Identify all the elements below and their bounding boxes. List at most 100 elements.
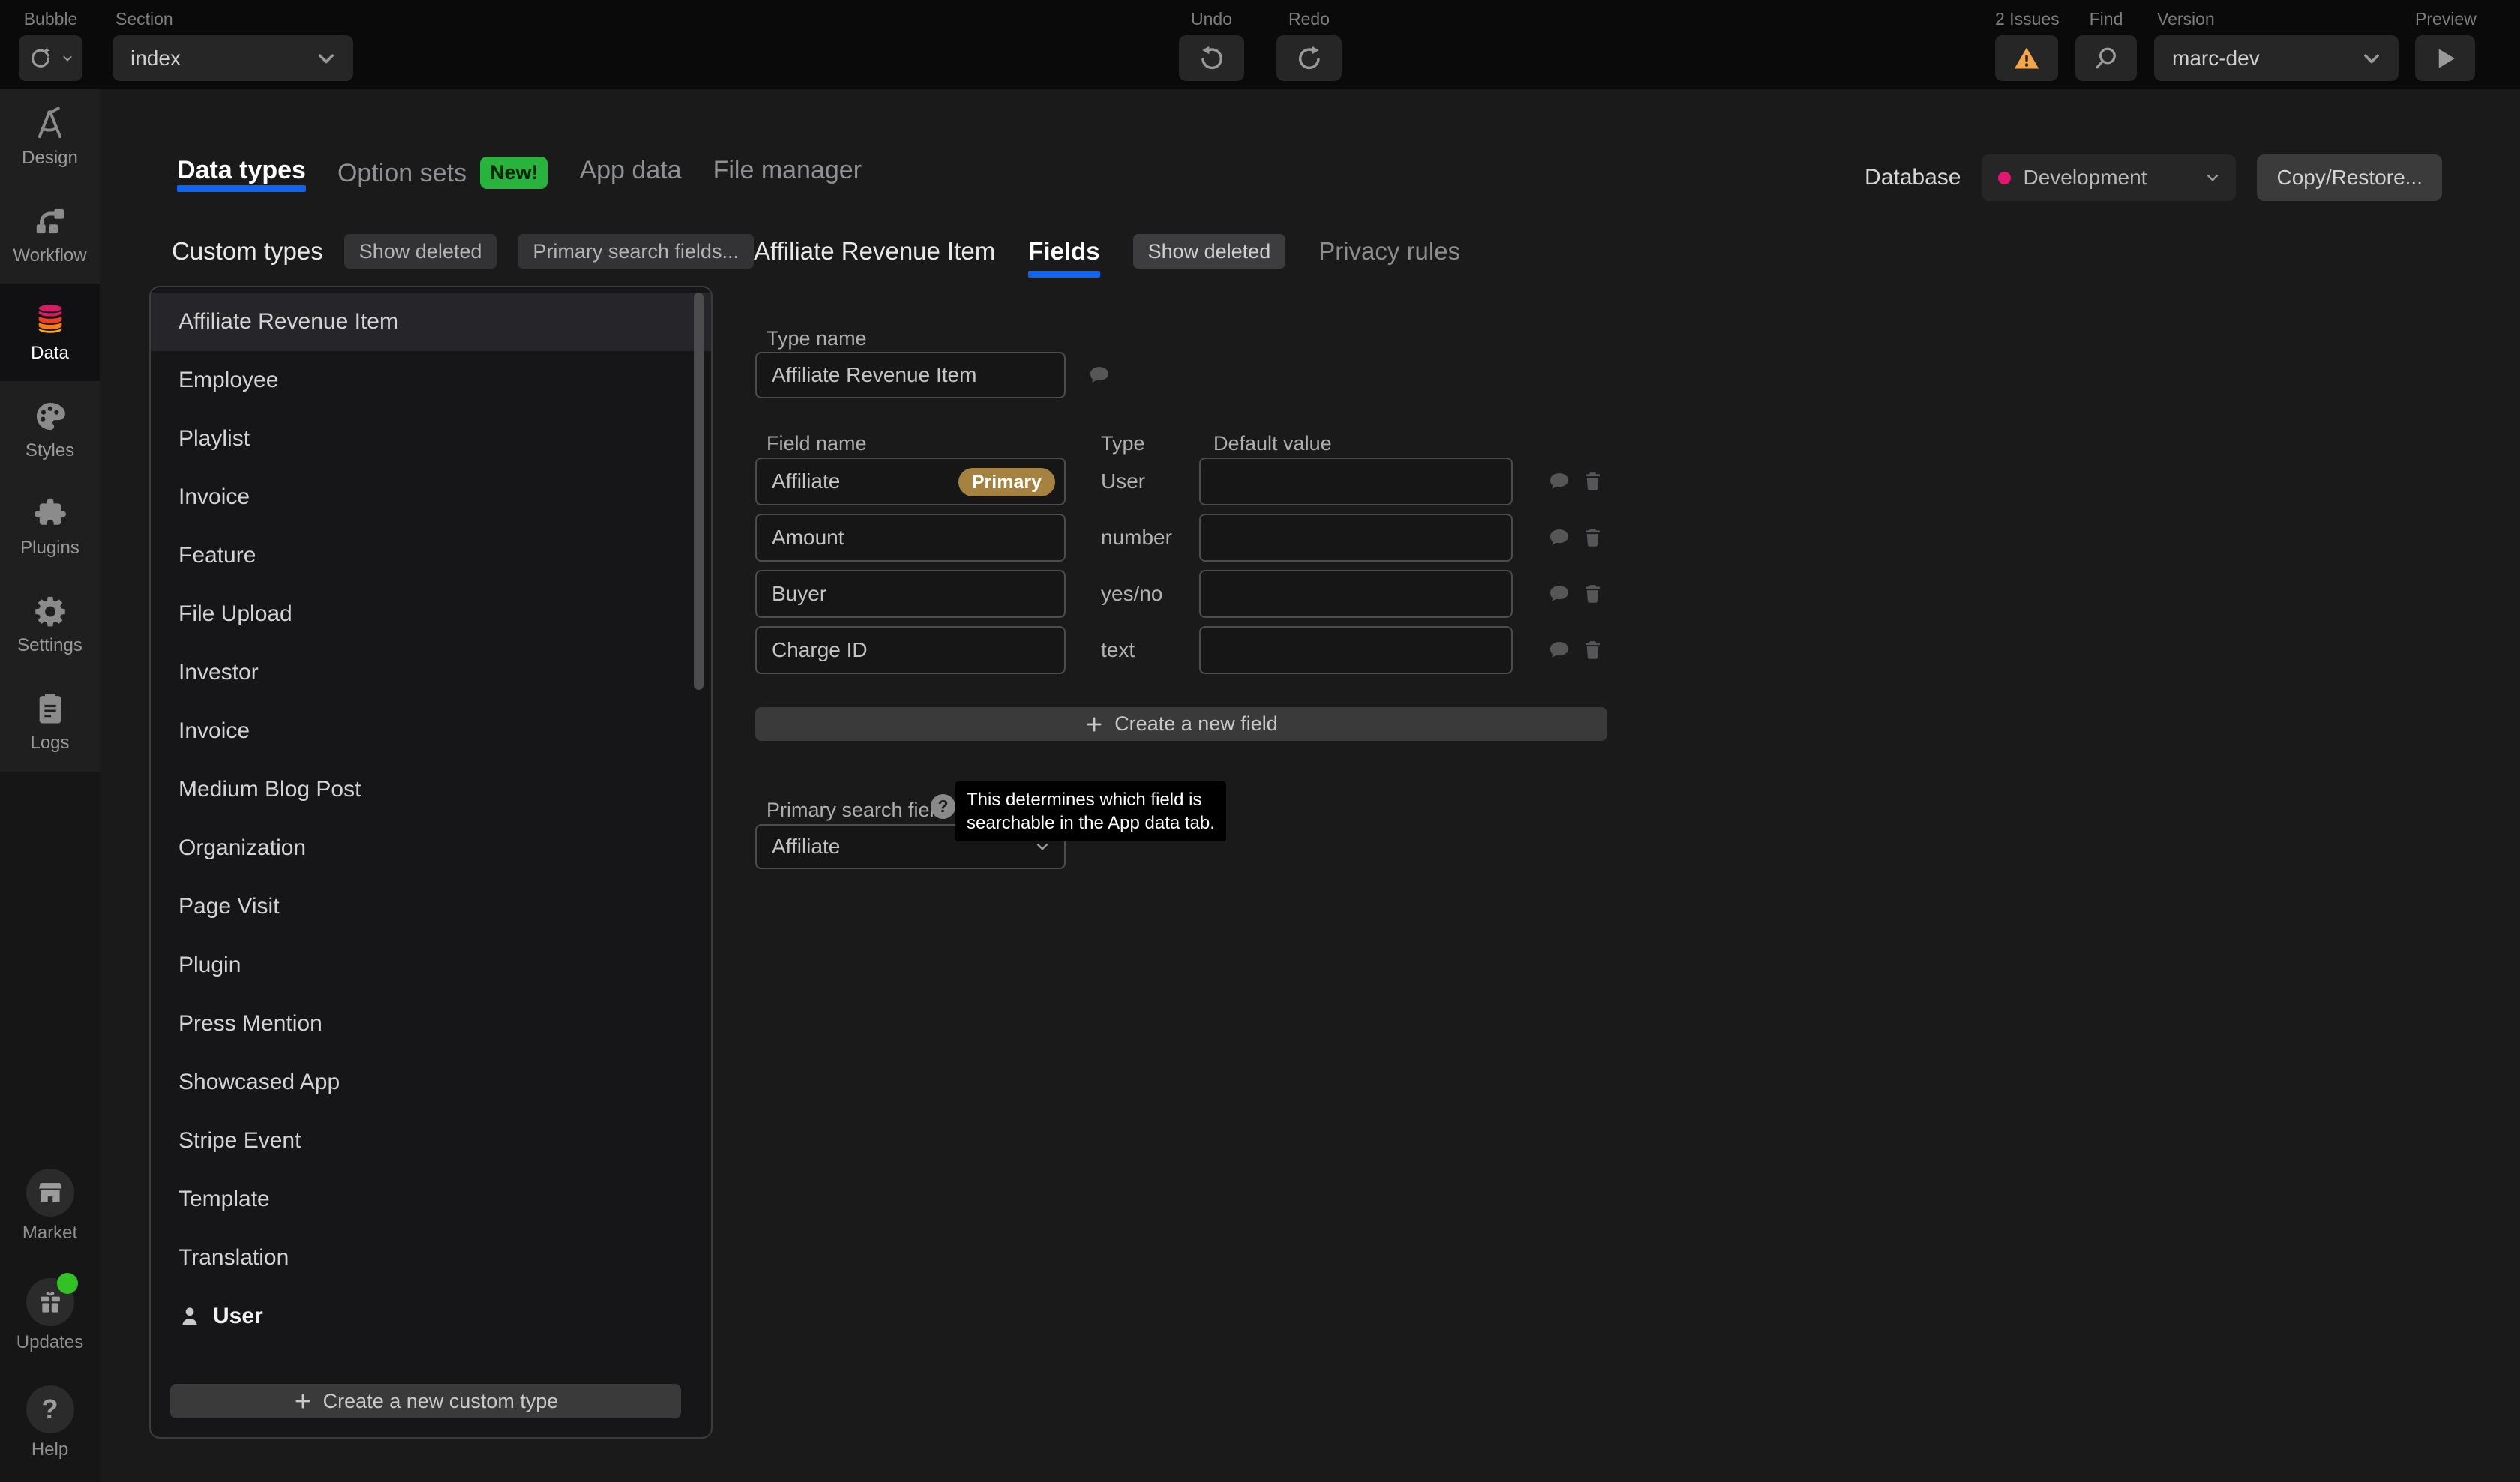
custom-type-item-page-visit[interactable]: Page Visit (151, 878, 711, 936)
primary-search-fields-button[interactable]: Primary search fields... (518, 234, 754, 268)
find-button[interactable] (2075, 35, 2137, 81)
search-icon (2092, 45, 2120, 72)
sidebar-item-settings[interactable]: Settings (0, 576, 100, 674)
create-field-button[interactable]: Create a new field (755, 707, 1607, 741)
type-title: Affiliate Revenue Item (754, 236, 995, 267)
version-label: Version (2154, 9, 2398, 29)
workflow-icon (33, 204, 68, 238)
show-deleted-types-button[interactable]: Show deleted (344, 234, 497, 268)
tab-label: Data types (177, 157, 306, 184)
tab-fields[interactable]: Fields (1028, 236, 1100, 267)
sidebar-item-label: Workflow (13, 245, 86, 266)
field-type[interactable]: yes/no (1101, 570, 1163, 618)
issues-button[interactable] (1995, 35, 2058, 81)
data-tab-content: Data types Option sets New! App data Fil… (100, 88, 2520, 1482)
environment-select[interactable]: Development (1982, 154, 2236, 201)
field-type[interactable]: text (1101, 626, 1135, 674)
custom-type-item-employee[interactable]: Employee (151, 351, 711, 410)
tab-privacy-rules[interactable]: Privacy rules (1318, 236, 1460, 267)
sidebar-item-logs[interactable]: Logs (0, 674, 100, 771)
environment-value: Development (2023, 166, 2146, 190)
custom-type-item-organization[interactable]: Organization (151, 819, 711, 878)
section-value: index (130, 46, 181, 70)
chevron-down-icon (2358, 45, 2385, 72)
sidebar-item-label: Market (22, 1222, 77, 1244)
custom-type-item-invoice[interactable]: Invoice (151, 468, 711, 526)
column-header-default-value: Default value (1214, 432, 1332, 455)
custom-type-label: Playlist (178, 426, 250, 452)
field-name-input[interactable] (757, 582, 1064, 606)
custom-type-item-press-mention[interactable]: Press Mention (151, 994, 711, 1053)
sidebar-item-plugins[interactable]: Plugins (0, 478, 100, 576)
create-custom-type-button[interactable]: Create a new custom type (170, 1384, 681, 1418)
field-row-charge-id: text (755, 626, 1610, 674)
custom-type-item-user[interactable]: User (151, 1287, 711, 1346)
sidebar-item-styles[interactable]: Styles (0, 381, 100, 478)
database-icon (33, 302, 68, 336)
sidebar-item-design[interactable]: Design (0, 88, 100, 186)
custom-type-item-showcased-app[interactable]: Showcased App (151, 1053, 711, 1112)
custom-type-item-translation[interactable]: Translation (151, 1228, 711, 1287)
field-name-input[interactable] (757, 638, 1064, 662)
sidebar-item-help[interactable]: ? Help (0, 1385, 100, 1460)
tab-data-types[interactable]: Data types (177, 157, 306, 185)
field-type[interactable]: number (1101, 514, 1172, 562)
custom-type-item-stripe-event[interactable]: Stripe Event (151, 1112, 711, 1170)
tab-file-manager[interactable]: File manager (713, 157, 862, 185)
bubble-menu-group: Bubble (19, 0, 82, 88)
custom-type-item-investor[interactable]: Investor (151, 644, 711, 702)
field-default-input[interactable] (1201, 638, 1511, 662)
field-default-input-box (1199, 626, 1513, 674)
question-icon: ? (42, 1396, 58, 1423)
field-default-input-box (1199, 570, 1513, 618)
custom-type-label: Translation (178, 1245, 289, 1270)
field-name-input-box (755, 570, 1066, 618)
sidebar-item-data[interactable]: Data (0, 284, 100, 381)
copy-restore-button[interactable]: Copy/Restore... (2257, 154, 2442, 201)
redo-button[interactable] (1276, 35, 1342, 81)
version-select[interactable]: marc-dev (2154, 35, 2398, 81)
comment-icon[interactable] (1547, 638, 1571, 662)
tab-app-data[interactable]: App data (579, 157, 681, 185)
bubble-menu-button[interactable] (19, 35, 82, 81)
custom-type-label: User (213, 1304, 263, 1329)
show-deleted-fields-button[interactable]: Show deleted (1133, 234, 1286, 268)
comment-icon[interactable] (1547, 526, 1571, 550)
undo-icon (1198, 45, 1226, 72)
sidebar-item-workflow[interactable]: Workflow (0, 186, 100, 284)
help-icon[interactable]: ? (931, 794, 956, 819)
trash-icon[interactable] (1582, 526, 1604, 548)
custom-type-item-invoice[interactable]: Invoice (151, 702, 711, 760)
comment-icon[interactable] (1547, 470, 1571, 494)
field-type[interactable]: User (1101, 458, 1145, 506)
trash-icon[interactable] (1582, 639, 1604, 661)
custom-type-label: Invoice (178, 718, 250, 744)
field-default-input[interactable] (1201, 526, 1511, 550)
custom-type-item-template[interactable]: Template (151, 1170, 711, 1228)
section-select[interactable]: index (112, 35, 353, 81)
field-default-input[interactable] (1201, 582, 1511, 606)
trash-icon[interactable] (1582, 583, 1604, 604)
comment-icon[interactable] (1088, 363, 1112, 387)
field-name-input[interactable] (757, 526, 1064, 550)
list-scrollbar-thumb[interactable] (694, 292, 704, 690)
custom-types-header: Custom types Show deleted Primary search… (172, 236, 754, 268)
primary-search-field-value: Affiliate (772, 835, 840, 859)
custom-type-item-affiliate-revenue-item[interactable]: Affiliate Revenue Item (151, 292, 711, 351)
tab-option-sets[interactable]: Option sets New! (338, 157, 548, 190)
custom-type-item-file-upload[interactable]: File Upload (151, 585, 711, 644)
comment-icon[interactable] (1547, 582, 1571, 606)
trash-icon[interactable] (1582, 470, 1604, 492)
type-name-input[interactable] (757, 363, 1064, 387)
field-default-input[interactable] (1201, 470, 1511, 494)
bubble-editor-window: Bubble Section index Undo Redo (0, 0, 2520, 1482)
custom-type-item-medium-blog-post[interactable]: Medium Blog Post (151, 760, 711, 819)
sidebar-item-updates[interactable]: Updates (0, 1278, 100, 1353)
issues-group: 2 Issues (1995, 0, 2058, 88)
custom-type-item-plugin[interactable]: Plugin (151, 936, 711, 994)
undo-button[interactable] (1179, 35, 1244, 81)
custom-type-item-feature[interactable]: Feature (151, 526, 711, 585)
custom-type-item-playlist[interactable]: Playlist (151, 410, 711, 468)
preview-button[interactable] (2415, 35, 2475, 81)
sidebar-item-market[interactable]: Market (0, 1168, 100, 1244)
